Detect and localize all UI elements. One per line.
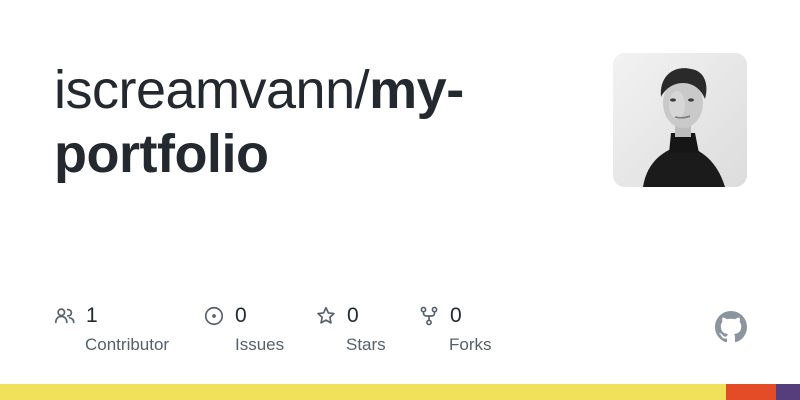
stat-stars[interactable]: 0 Stars bbox=[315, 304, 386, 354]
language-bar-segment bbox=[776, 384, 800, 400]
issues-label: Issues bbox=[235, 335, 285, 354]
github-icon[interactable] bbox=[715, 311, 747, 343]
repo-stats: 1 Contributor 0 Issues 0 Stars 0 Forks bbox=[0, 0, 800, 400]
contributors-icon bbox=[55, 308, 75, 324]
fork-icon bbox=[420, 306, 438, 326]
language-bar-segment bbox=[726, 384, 776, 400]
stars-label: Stars bbox=[346, 335, 386, 354]
forks-count: 0 bbox=[450, 304, 462, 327]
stat-issues[interactable]: 0 Issues bbox=[203, 304, 284, 354]
forks-label: Forks bbox=[449, 335, 492, 354]
stat-contributors[interactable]: 1 Contributor bbox=[54, 304, 169, 354]
contributors-count: 1 bbox=[86, 304, 98, 327]
repo-social-card: iscreamvann/my-portfolio 1 Contributor 0… bbox=[0, 0, 800, 400]
language-bar-segment bbox=[0, 384, 726, 400]
issues-icon bbox=[204, 306, 224, 326]
stars-count: 0 bbox=[347, 304, 359, 327]
issues-count: 0 bbox=[235, 304, 247, 327]
contributors-label: Contributor bbox=[85, 335, 170, 354]
star-icon bbox=[317, 306, 335, 324]
stat-forks[interactable]: 0 Forks bbox=[418, 304, 492, 354]
